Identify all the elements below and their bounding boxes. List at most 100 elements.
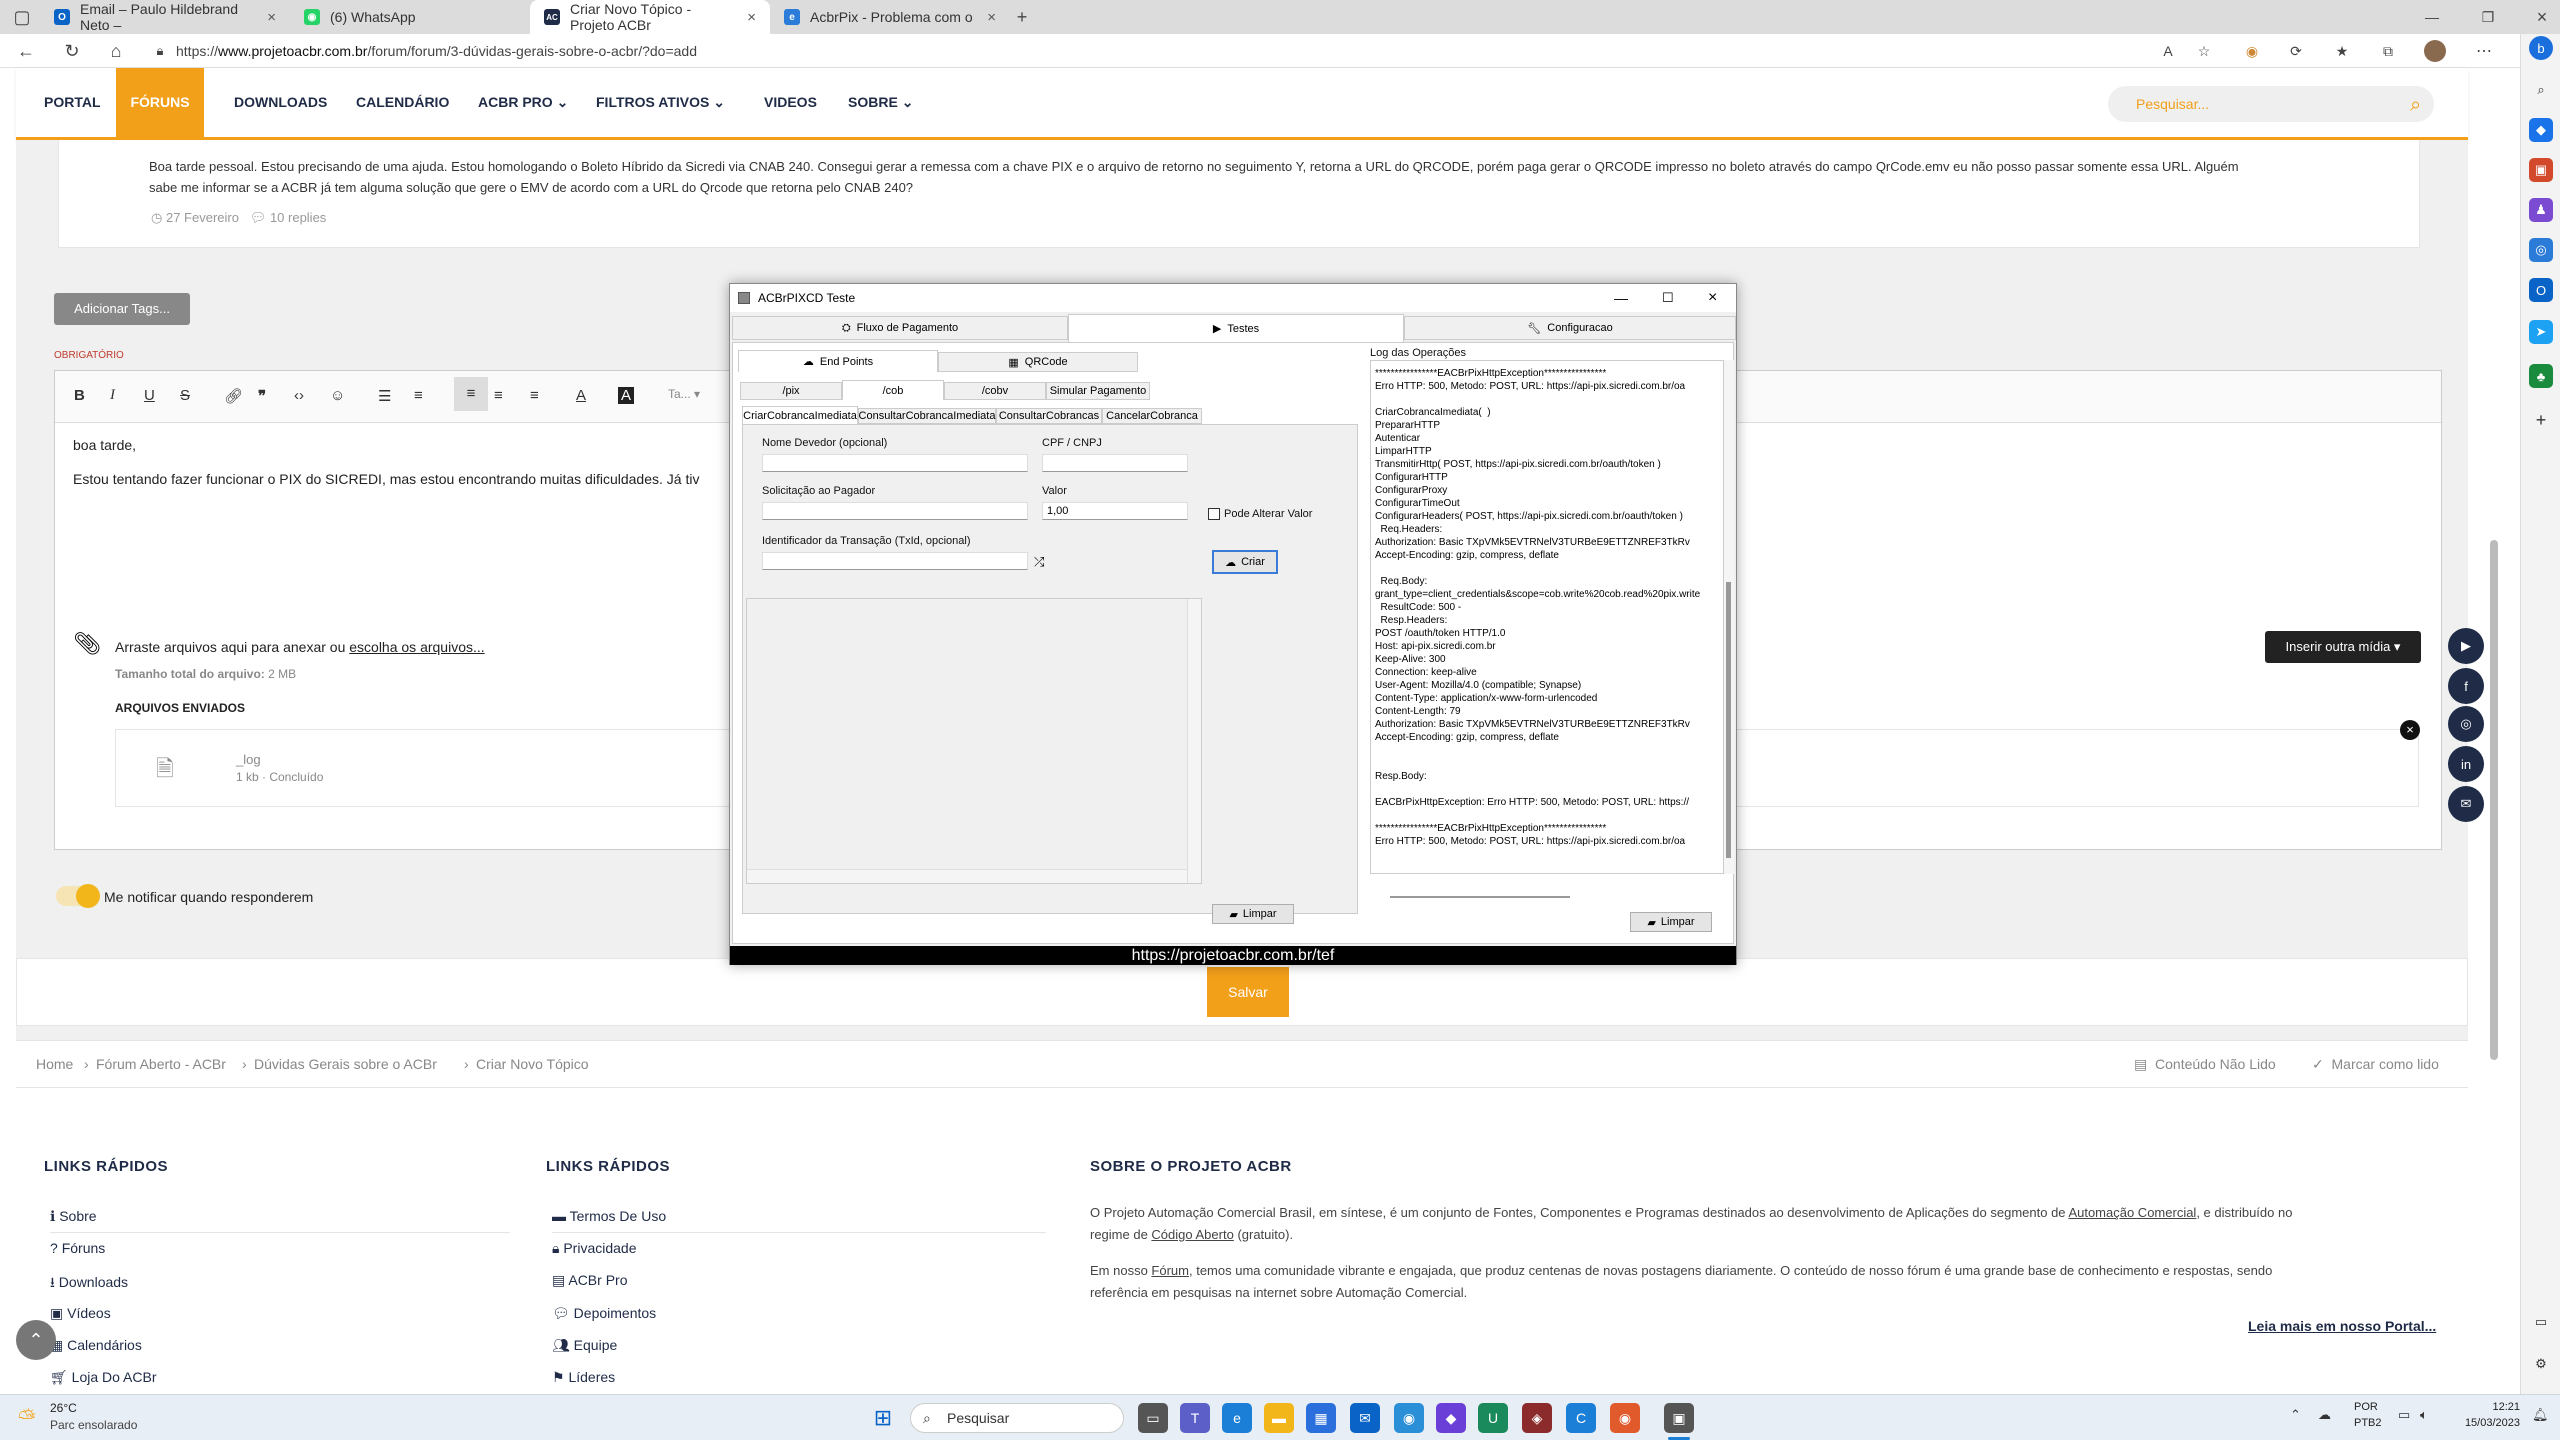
emoji-icon[interactable]: ☺ — [330, 387, 345, 404]
tab-cob[interactable]: /cob — [842, 380, 944, 400]
delphi-icon[interactable]: ◈ — [1522, 1403, 1552, 1433]
nav-calendario[interactable]: CALENDÁRIO — [346, 68, 459, 137]
settings-icon[interactable]: ⚙ — [2529, 1352, 2553, 1376]
nav-sobre[interactable]: SOBRE ⌄ — [838, 68, 923, 137]
footer-link-downloads[interactable]: ⭳ Downloads — [50, 1272, 128, 1296]
tab-qrcode[interactable]: ▦ QRCode — [938, 352, 1138, 372]
footer-link-videos[interactable]: ▣ Vídeos — [50, 1305, 111, 1322]
clock-time[interactable]: 12:21 — [2450, 1401, 2520, 1413]
align-right-icon[interactable]: ≡ — [530, 387, 539, 404]
nav-portal[interactable]: PORTAL — [34, 68, 111, 137]
bing-icon[interactable]: b — [2529, 36, 2553, 60]
tab-end-points[interactable]: ☁ End Points — [738, 350, 938, 372]
tab-cancelar-cobranca[interactable]: CancelarCobranca — [1102, 408, 1202, 424]
code-icon[interactable]: ‹› — [294, 387, 304, 404]
nav-acbr-pro[interactable]: ACBR PRO ⌄ — [468, 68, 578, 137]
footer-link-calendarios[interactable]: ▦ Calendários — [50, 1337, 142, 1354]
back-icon[interactable]: ← — [14, 39, 38, 63]
strikethrough-icon[interactable]: S — [180, 387, 190, 404]
breadcrumb-home[interactable]: Home — [36, 1056, 73, 1072]
windows-start-icon[interactable]: ⊞ — [868, 1403, 898, 1433]
search-icon[interactable]: ⌕ — [2410, 94, 2421, 117]
tab-consultar-cobranca-imediata[interactable]: ConsultarCobrancaImediata — [858, 408, 996, 424]
office-icon[interactable]: ◎ — [2529, 238, 2553, 262]
notify-toggle[interactable] — [56, 884, 100, 908]
limpar-log-button[interactable]: ▰ Limpar — [1630, 912, 1712, 932]
close-icon[interactable]: × — [747, 9, 756, 26]
footer-link-lideres[interactable]: ⚑ Líderes — [552, 1369, 615, 1386]
mail-icon[interactable]: ✉ — [1350, 1403, 1380, 1433]
underline-icon[interactable]: U — [144, 387, 155, 404]
search-icon[interactable]: ⌕ — [2529, 78, 2553, 102]
network-icon[interactable]: ▭ — [2398, 1407, 2410, 1423]
criar-button[interactable]: ☁ Criar — [1212, 550, 1278, 574]
save-button[interactable]: Salvar — [1207, 967, 1289, 1017]
app-icon[interactable]: ◉ — [1394, 1403, 1424, 1433]
tools-icon[interactable]: ▣ — [2529, 158, 2553, 182]
bullet-list-icon[interactable]: ☰ — [378, 387, 391, 405]
favorite-add-icon[interactable]: ☆ — [2192, 39, 2216, 63]
upwork-icon[interactable]: U — [1478, 1403, 1508, 1433]
footer-link-depoimentos[interactable]: 💬︎ Depoimentos — [552, 1305, 656, 1322]
pode-alterar-checkbox[interactable] — [1208, 508, 1220, 520]
youtube-icon[interactable]: ▶ — [2448, 628, 2484, 664]
solicitacao-input[interactable] — [762, 502, 1028, 520]
unread-content-link[interactable]: ▤ Conteúdo Não Lido — [2134, 1056, 2276, 1073]
close-icon[interactable]: × — [1708, 284, 1717, 312]
profile-avatar[interactable] — [2424, 40, 2446, 62]
nav-downloads[interactable]: DOWNLOADS — [224, 68, 337, 137]
tag-icon[interactable]: ◆ — [2529, 118, 2553, 142]
mark-read-link[interactable]: ✓ Marcar como lido — [2312, 1056, 2439, 1073]
nome-devedor-input[interactable] — [762, 454, 1028, 472]
lock-icon[interactable]: 🔒︎ — [148, 39, 172, 63]
close-window-icon[interactable]: × — [2530, 5, 2554, 29]
lang-line-1[interactable]: POR — [2354, 1401, 2378, 1413]
log-vscrollbar[interactable] — [1724, 360, 1734, 874]
font-color-icon[interactable]: A — [576, 387, 586, 404]
weather-icon[interactable]: ⛅︎ — [18, 1405, 36, 1431]
tree-icon[interactable]: ♣ — [2529, 364, 2553, 388]
tray-chevron-icon[interactable]: ⌃ — [2290, 1407, 2301, 1423]
task-view-icon[interactable]: ▭ — [1138, 1403, 1168, 1433]
footer-link-acbr-pro[interactable]: ▤ ACBr Pro — [552, 1272, 627, 1289]
tab-consultar-cobrancas[interactable]: ConsultarCobrancas — [996, 408, 1102, 424]
tab-configuracao[interactable]: 🔧︎ Configuracao — [1404, 316, 1736, 340]
close-icon[interactable]: × — [267, 9, 276, 26]
tab-pix[interactable]: /pix — [740, 382, 842, 400]
editor-line-1[interactable]: boa tarde, — [73, 437, 136, 453]
tab-testes[interactable]: ▶ Testes — [1068, 314, 1404, 342]
edge-taskbar-icon[interactable]: e — [1222, 1403, 1252, 1433]
store-icon[interactable]: ▦ — [1306, 1403, 1336, 1433]
read-aloud-icon[interactable]: A — [2156, 39, 2180, 63]
refresh-icon[interactable]: ↻ — [60, 39, 84, 63]
email-icon[interactable]: ✉ — [2448, 786, 2484, 822]
link-icon[interactable]: 🔗︎ — [224, 387, 243, 405]
add-tags-button[interactable]: Adicionar Tags... — [54, 293, 190, 325]
home-icon[interactable]: ⌂ — [104, 39, 128, 63]
tab-cobv[interactable]: /cobv — [944, 382, 1046, 400]
footer-link-sobre[interactable]: ℹ Sobre — [50, 1208, 97, 1225]
tab-simular-pagamento[interactable]: Simular Pagamento — [1046, 382, 1150, 400]
send-icon[interactable]: ➤ — [2529, 320, 2553, 344]
acbr-app-icon[interactable]: ▣ — [1664, 1403, 1694, 1433]
scroll-top-icon[interactable]: ⌃ — [16, 1320, 56, 1360]
breadcrumb-category[interactable]: Dúvidas Gerais sobre o ACBr — [254, 1056, 437, 1072]
read-more-link[interactable]: Leia mais em nosso Portal... — [2248, 1318, 2436, 1334]
file-explorer-icon[interactable]: ▬ — [1264, 1403, 1294, 1433]
editor-line-2[interactable]: Estou tentando fazer funcionar o PIX do … — [73, 471, 699, 487]
clock-date[interactable]: 15/03/2023 — [2450, 1417, 2520, 1429]
footer-link-termos[interactable]: ▬ Termos De Uso — [552, 1208, 666, 1224]
tab-whatsapp[interactable]: ◉ (6) WhatsApp — [290, 0, 530, 34]
teams-icon[interactable]: T — [1180, 1403, 1210, 1433]
valor-input[interactable]: 1,00 — [1042, 502, 1188, 520]
bold-icon[interactable]: B — [74, 387, 85, 404]
tab-criar-cobranca[interactable]: CriarCobrancaImediata — [742, 406, 858, 424]
cpf-cnpj-input[interactable] — [1042, 454, 1188, 472]
git-icon[interactable]: ◉ — [1610, 1403, 1640, 1433]
nav-foruns[interactable]: FÓRUNS — [116, 68, 204, 137]
lang-line-2[interactable]: PTB2 — [2354, 1417, 2382, 1429]
align-left-icon[interactable]: ≡ — [454, 377, 488, 411]
url-field[interactable]: https://www.projetoacbr.com.br/forum/for… — [176, 38, 2176, 64]
nav-filtros-ativos[interactable]: FILTROS ATIVOS ⌄ — [586, 68, 735, 137]
close-icon[interactable]: × — [987, 9, 996, 26]
